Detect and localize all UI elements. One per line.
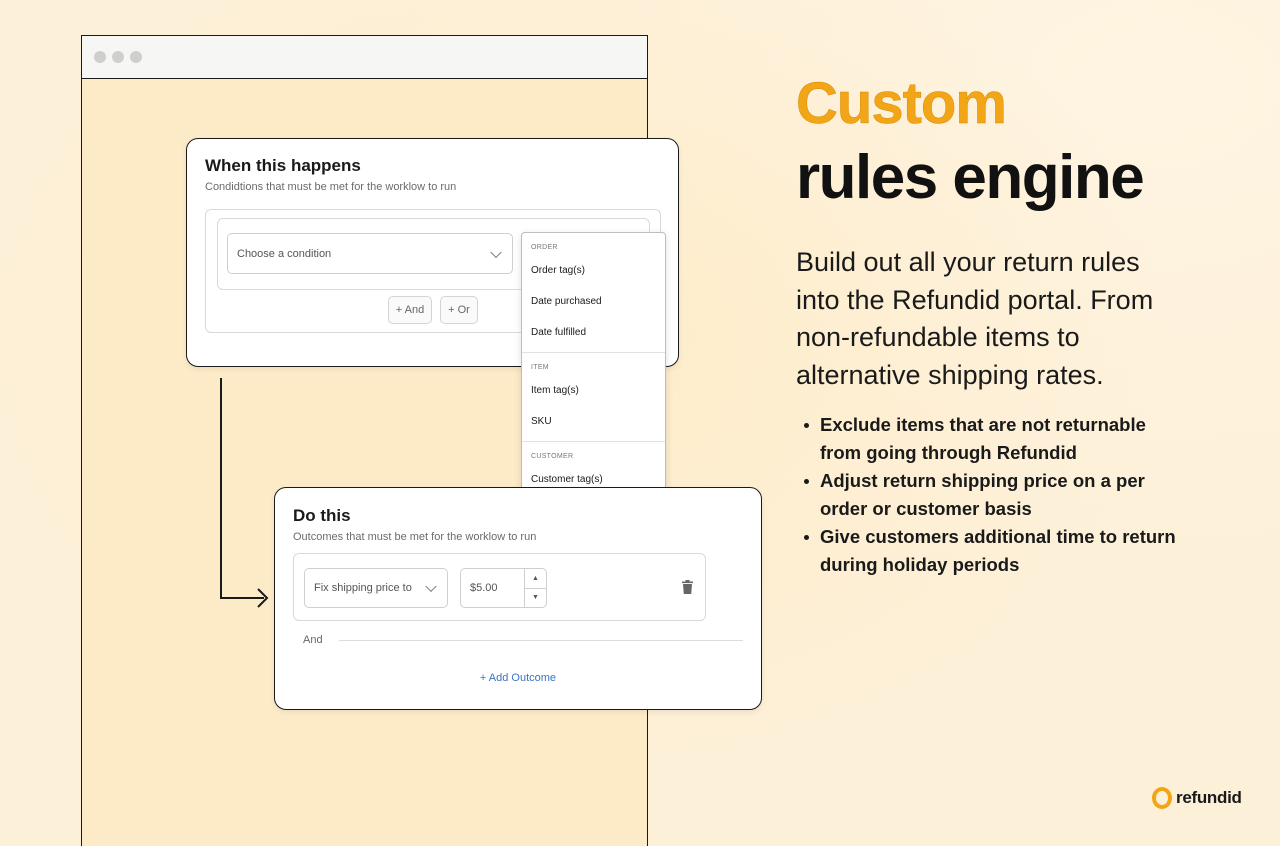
price-stepper[interactable]: ▲ ▼: [524, 569, 546, 607]
dropdown-group-order: ORDER Order tag(s) Date purchased Date f…: [522, 233, 665, 353]
feature-list: Exclude items that are not returnable fr…: [804, 411, 1184, 579]
dropdown-item-date-fulfilled[interactable]: Date fulfilled: [522, 317, 665, 348]
chevron-down-icon: [490, 246, 502, 258]
dropdown-item-sku[interactable]: SKU: [522, 406, 665, 437]
dropdown-group-customer: CUSTOMER Customer tag(s): [522, 442, 665, 489]
browser-titlebar: [82, 36, 647, 79]
feature-list-item: Adjust return shipping price on a per or…: [804, 467, 1184, 523]
condition-dropdown-menu: ORDER Order tag(s) Date purchased Date f…: [521, 232, 666, 490]
add-outcome-link[interactable]: + Add Outcome: [275, 672, 761, 684]
condition-select-placeholder: Choose a condition: [237, 247, 332, 260]
window-dot-minimize: [112, 51, 124, 63]
dropdown-group-heading: ORDER: [531, 244, 558, 251]
stepper-up-icon[interactable]: ▲: [525, 569, 546, 589]
dropdown-group-heading: CUSTOMER: [531, 453, 574, 460]
hero-title-line1: Custom: [796, 71, 1007, 137]
add-or-button[interactable]: + Or: [440, 296, 478, 324]
logo-ring-icon: [1152, 787, 1172, 809]
window-dot-close: [94, 51, 106, 63]
stepper-down-icon[interactable]: ▼: [525, 589, 546, 608]
feature-list-item: Exclude items that are not returnable fr…: [804, 411, 1184, 467]
window-dot-maximize: [130, 51, 142, 63]
and-separator-label: And: [303, 634, 323, 646]
trash-icon[interactable]: [682, 580, 693, 594]
flow-arrow-icon: [220, 378, 269, 608]
outcome-action-label: Fix shipping price to: [314, 582, 412, 594]
lead-paragraph: Build out all your return rules into the…: [796, 247, 1154, 390]
dropdown-item-date-purchased[interactable]: Date purchased: [522, 286, 665, 317]
when-card-subtitle: Condidtions that must be met for the wor…: [205, 181, 457, 193]
dropdown-group-item: ITEM Item tag(s) SKU: [522, 353, 665, 442]
and-separator-line: [339, 640, 743, 641]
outcome-row: Fix shipping price to $5.00 ▲ ▼: [293, 553, 706, 621]
dropdown-item-order-tags[interactable]: Order tag(s): [522, 255, 665, 286]
price-input[interactable]: $5.00 ▲ ▼: [460, 568, 547, 608]
dropdown-group-heading: ITEM: [531, 364, 549, 371]
dropdown-item-item-tags[interactable]: Item tag(s): [522, 375, 665, 406]
logo-text: refundid: [1176, 788, 1242, 807]
refundid-logo: refundid: [1152, 787, 1242, 809]
when-card-title: When this happens: [205, 156, 361, 175]
do-card-subtitle: Outcomes that must be met for the worklo…: [293, 531, 537, 543]
feature-list-item: Give customers additional time to return…: [804, 523, 1184, 579]
hero-title-line2: rules engine: [796, 143, 1145, 212]
outcome-action-select[interactable]: Fix shipping price to: [304, 568, 448, 608]
do-this-card: Do this Outcomes that must be met for th…: [274, 487, 762, 710]
condition-select[interactable]: Choose a condition: [227, 233, 513, 274]
chevron-down-icon: [425, 580, 437, 593]
price-value: $5.00: [470, 582, 498, 594]
do-card-title: Do this: [293, 506, 351, 525]
add-and-button[interactable]: + And: [388, 296, 432, 324]
